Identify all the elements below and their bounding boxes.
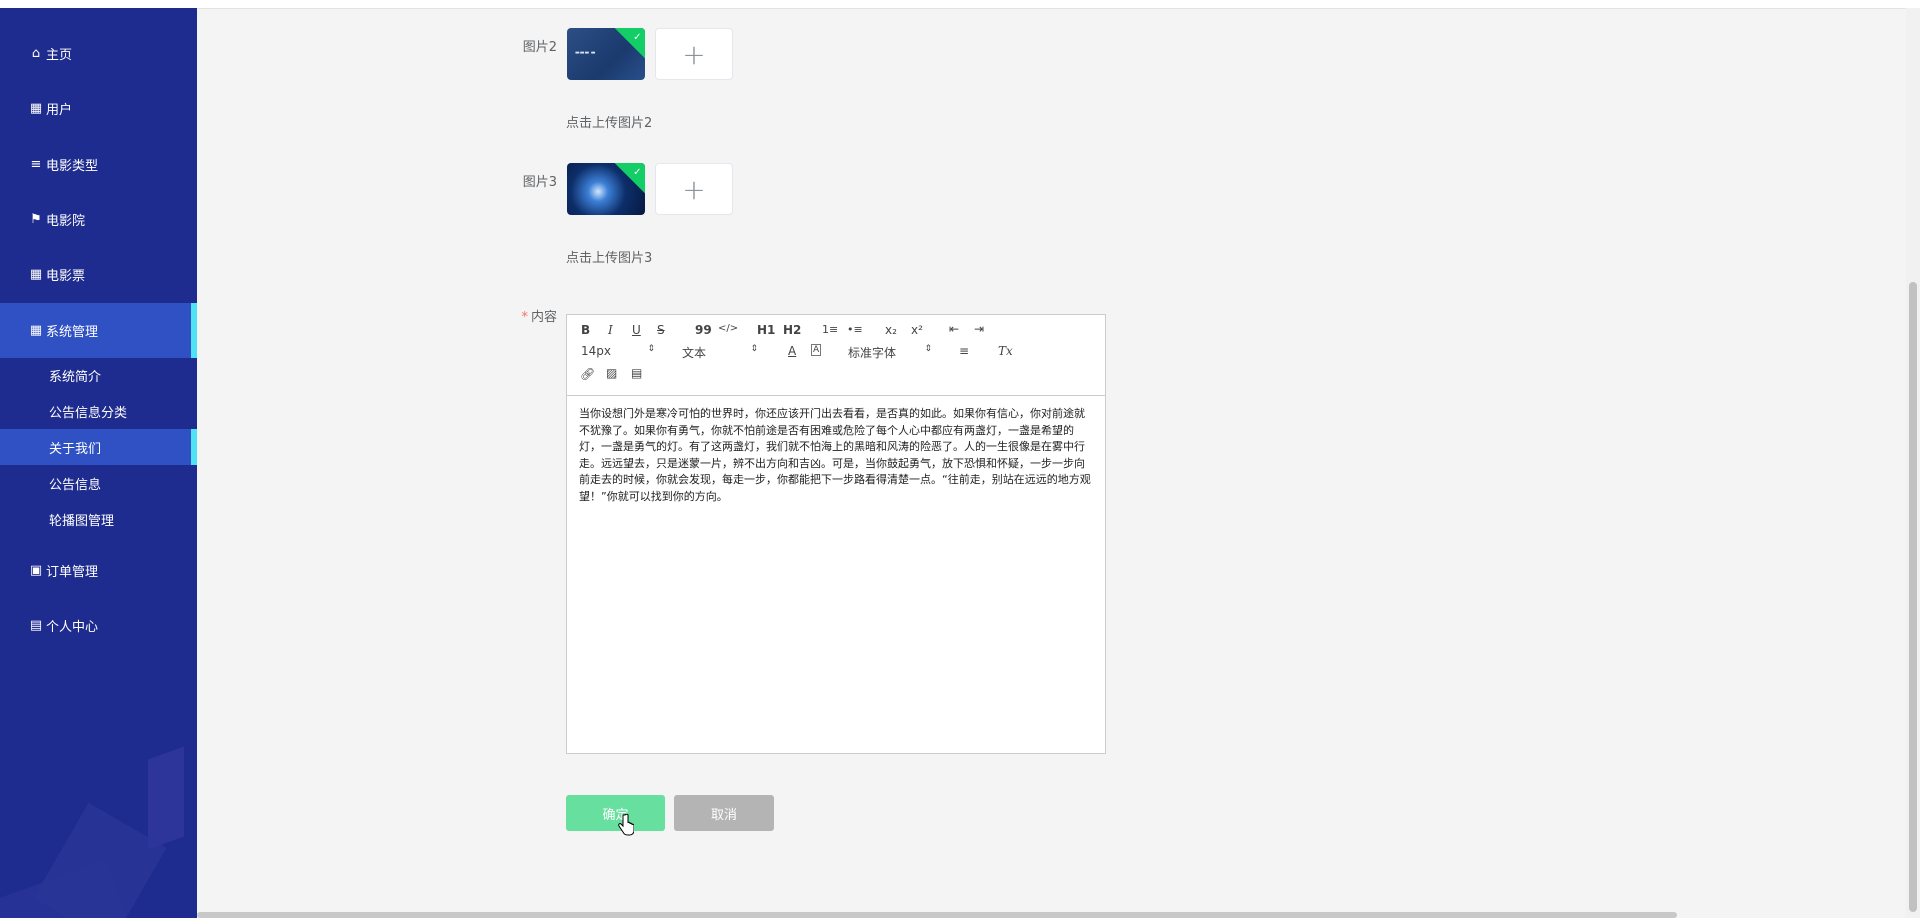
h2-button[interactable]: H2 bbox=[783, 323, 801, 337]
sidebar-item-orders[interactable]: ▣ 订单管理 bbox=[0, 548, 197, 592]
content-label: * 内容 bbox=[477, 306, 557, 325]
align-button[interactable]: ≡ bbox=[959, 344, 969, 358]
font-size-value: 14px bbox=[581, 344, 611, 358]
image-icon[interactable]: ▨ bbox=[606, 366, 617, 380]
success-check-icon: ✓ bbox=[614, 28, 645, 61]
plus-icon: + bbox=[682, 172, 706, 206]
sub-item-system-intro[interactable]: 系统简介 bbox=[0, 357, 197, 393]
font-family-value: 标准字体 bbox=[848, 346, 897, 360]
sidebar-item-profile[interactable]: ▤ 个人中心 bbox=[0, 603, 197, 647]
rich-text-editor: B I U S 99 </> H1 H2 1≡ •≡ x₂ x² ⇤ ⇥ 14p… bbox=[566, 314, 1106, 754]
select-arrow-icon: ⇕ bbox=[750, 344, 758, 354]
select-arrow-icon: ⇕ bbox=[647, 344, 655, 354]
pic2-label: 图片2 bbox=[522, 40, 557, 55]
link-icon[interactable]: 🔗︎ bbox=[580, 367, 595, 381]
pic2-hint: 点击上传图片2 bbox=[566, 116, 653, 131]
bullet-list-button[interactable]: •≡ bbox=[847, 323, 863, 336]
flag-icon: ⚑ bbox=[30, 211, 42, 227]
sidebar-item-label: 订单管理 bbox=[46, 564, 99, 580]
briefcase-icon: ▣ bbox=[29, 562, 43, 578]
grid-icon: ▦ bbox=[29, 266, 43, 282]
sidebar-item-label: 用户 bbox=[46, 102, 73, 118]
home-icon: ⌂ bbox=[31, 45, 41, 61]
confirm-button[interactable]: 确定 bbox=[566, 795, 665, 831]
content-label-text: 内容 bbox=[530, 310, 557, 325]
italic-button[interactable]: I bbox=[608, 323, 613, 337]
required-mark: * bbox=[521, 310, 528, 325]
thumbnail-text-decoration: ▬▬▬ ▬ bbox=[575, 50, 596, 56]
underline-button[interactable]: U bbox=[632, 323, 641, 337]
h1-button[interactable]: H1 bbox=[757, 323, 775, 337]
sidebar-item-label: 主页 bbox=[46, 47, 73, 63]
sidebar-item-system[interactable]: ▦ 系统管理 bbox=[0, 303, 197, 358]
sidebar-decoration bbox=[148, 746, 184, 850]
sub-item-label: 系统简介 bbox=[49, 369, 102, 385]
ordered-list-button[interactable]: 1≡ bbox=[822, 323, 838, 336]
grid-icon: ▦ bbox=[29, 100, 43, 116]
sidebar-item-users[interactable]: ▦ 用户 bbox=[0, 86, 197, 130]
sub-item-label: 轮播图管理 bbox=[49, 513, 115, 529]
sub-item-notices[interactable]: 公告信息 bbox=[0, 465, 197, 501]
hand-cursor-icon bbox=[618, 814, 634, 836]
code-button[interactable]: </> bbox=[718, 323, 738, 334]
sub-item-label: 关于我们 bbox=[49, 441, 102, 457]
editor-toolbar: B I U S 99 </> H1 H2 1≡ •≡ x₂ x² ⇤ ⇥ 14p… bbox=[567, 315, 1105, 396]
sidebar-item-home[interactable]: ⌂ 主页 bbox=[0, 31, 197, 75]
sub-item-carousel[interactable]: 轮播图管理 bbox=[0, 501, 197, 537]
font-family-select[interactable]: 标准字体 ⇕ bbox=[848, 344, 932, 361]
sub-item-label: 公告信息 bbox=[49, 477, 102, 493]
sidebar-item-label: 电影票 bbox=[46, 268, 86, 284]
font-size-select[interactable]: 14px ⇕ bbox=[581, 344, 655, 358]
header-select[interactable]: 文本 ⇕ bbox=[682, 344, 758, 361]
sidebar-item-label: 个人中心 bbox=[46, 619, 99, 635]
card-icon: ▤ bbox=[29, 617, 43, 633]
pic3-upload-button[interactable]: + bbox=[655, 163, 733, 215]
sidebar-item-label: 系统管理 bbox=[46, 325, 99, 340]
sidebar-item-movie-types[interactable]: ≡ 电影类型 bbox=[0, 142, 197, 186]
sidebar-item-label: 电影类型 bbox=[46, 158, 99, 174]
pic2-thumbnail[interactable]: ▬▬▬ ▬ ✓ bbox=[567, 28, 645, 80]
grid-icon: ▦ bbox=[29, 323, 43, 338]
text-color-button[interactable]: A bbox=[788, 344, 796, 358]
list-icon: ≡ bbox=[30, 156, 42, 172]
video-icon[interactable]: ▤ bbox=[631, 366, 642, 380]
clean-format-button[interactable]: Tx bbox=[998, 344, 1013, 358]
strike-button[interactable]: S bbox=[657, 323, 665, 337]
sidebar-item-tickets[interactable]: ▦ 电影票 bbox=[0, 252, 197, 296]
sidebar-item-cinemas[interactable]: ⚑ 电影院 bbox=[0, 197, 197, 241]
pic3-thumbnail[interactable]: ✓ bbox=[567, 163, 645, 215]
sub-item-notice-category[interactable]: 公告信息分类 bbox=[0, 393, 197, 429]
indent-button[interactable]: ⇥ bbox=[974, 322, 984, 336]
sidebar-item-label: 电影院 bbox=[46, 213, 86, 229]
sub-item-label: 公告信息分类 bbox=[49, 405, 128, 421]
subscript-button[interactable]: x₂ bbox=[885, 323, 897, 337]
sidebar: ⌂ 主页 ▦ 用户 ≡ 电影类型 ⚑ 电影院 ▦ 电影票 ▦ 系统管理 系统简介… bbox=[0, 8, 197, 918]
vertical-scrollbar-thumb[interactable] bbox=[1909, 282, 1917, 912]
plus-icon: + bbox=[682, 37, 706, 71]
outdent-button[interactable]: ⇤ bbox=[949, 322, 959, 336]
horizontal-scrollbar[interactable] bbox=[197, 912, 1677, 918]
pic3-label: 图片3 bbox=[522, 175, 557, 190]
cancel-button[interactable]: 取消 bbox=[674, 795, 774, 831]
sub-item-about-us[interactable]: 关于我们 bbox=[0, 429, 197, 465]
pic3-hint: 点击上传图片3 bbox=[566, 251, 653, 266]
pic2-upload-button[interactable]: + bbox=[655, 28, 733, 80]
background-color-button[interactable]: A bbox=[811, 344, 822, 356]
success-check-icon: ✓ bbox=[614, 163, 645, 196]
blockquote-button[interactable]: 99 bbox=[695, 323, 712, 337]
editor-content[interactable]: 当你设想门外是寒冷可怕的世界时，你还应该开门出去看看，是否真的如此。如果你有信心… bbox=[567, 396, 1105, 515]
superscript-button[interactable]: x² bbox=[911, 323, 923, 337]
select-arrow-icon: ⇕ bbox=[924, 344, 932, 354]
bold-button[interactable]: B bbox=[581, 323, 590, 337]
top-bar bbox=[0, 0, 1920, 9]
header-value: 文本 bbox=[682, 346, 707, 360]
